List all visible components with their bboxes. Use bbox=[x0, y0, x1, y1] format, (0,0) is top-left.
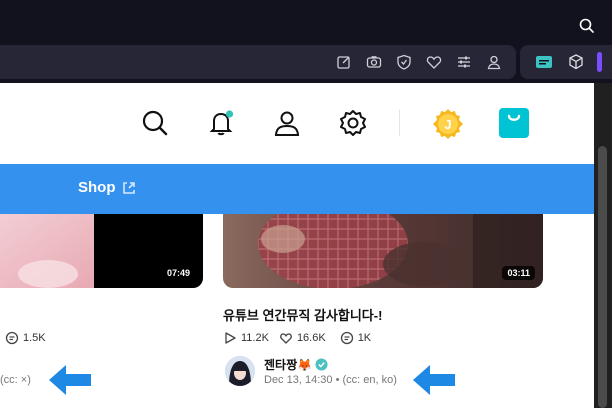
channel-name[interactable]: 젠타짱🦊 bbox=[264, 356, 328, 373]
browser-toolbar bbox=[0, 41, 612, 83]
video-thumbnail[interactable]: 03:11 bbox=[223, 214, 543, 288]
arrow-left-icon bbox=[413, 365, 455, 395]
heart-icon[interactable] bbox=[425, 53, 443, 71]
shopping-bag-icon[interactable] bbox=[499, 108, 529, 138]
comment-icon bbox=[340, 331, 353, 345]
left-video-stats: 1.5K bbox=[5, 331, 46, 345]
video-stats: 11.2K 16.6K 1K bbox=[223, 331, 371, 345]
extension-chat-icon[interactable] bbox=[535, 53, 553, 71]
channel-label: 젠타짱🦊 bbox=[264, 358, 313, 372]
heart-icon bbox=[280, 333, 292, 344]
video-duration: 03:11 bbox=[502, 266, 535, 280]
video-captions: • (cc: en, ko) bbox=[335, 374, 397, 386]
camera-icon[interactable] bbox=[365, 53, 383, 71]
video-meta: Dec 13, 14:30 • (cc: en, ko) bbox=[264, 374, 397, 386]
sliders-icon[interactable] bbox=[455, 53, 473, 71]
view-count: 11.2K bbox=[241, 332, 269, 344]
extensions-area bbox=[520, 45, 612, 79]
comment-count: 1K bbox=[357, 332, 372, 344]
thumbnail-image bbox=[223, 214, 543, 288]
search-icon[interactable] bbox=[578, 17, 596, 35]
comment-count: 1.5K bbox=[23, 332, 46, 344]
shop-label: Shop bbox=[78, 179, 116, 196]
coin-badge-icon[interactable]: J bbox=[432, 108, 464, 140]
header-divider bbox=[399, 110, 400, 136]
video-duration: 07:49 bbox=[161, 266, 195, 280]
address-bar[interactable] bbox=[0, 45, 516, 79]
scrollbar-thumb[interactable] bbox=[598, 146, 607, 408]
edit-icon[interactable] bbox=[335, 53, 353, 71]
bell-icon[interactable] bbox=[206, 108, 236, 138]
navigation-bar: Shop bbox=[0, 164, 594, 214]
cube-icon[interactable] bbox=[567, 53, 585, 71]
shop-link[interactable]: Shop bbox=[78, 179, 136, 196]
arrow-left-icon bbox=[49, 365, 91, 395]
like-count: 16.6K bbox=[296, 332, 326, 344]
video-title[interactable]: 유튜브 연간뮤직 감사합니다-! bbox=[223, 305, 382, 324]
profile-icon[interactable] bbox=[485, 53, 503, 71]
sidebar-indicator bbox=[597, 52, 602, 72]
gear-icon[interactable] bbox=[338, 108, 368, 138]
search-icon[interactable] bbox=[140, 108, 170, 138]
video-thumbnail[interactable]: 07:49 bbox=[0, 214, 203, 288]
page-content: J Shop 07:49 1.5K (cc: ×) 03:11 유튜브 연간뮤직… bbox=[0, 83, 594, 408]
avatar[interactable] bbox=[225, 356, 255, 386]
verified-icon bbox=[315, 358, 328, 371]
user-icon[interactable] bbox=[272, 108, 302, 138]
browser-title-bar bbox=[0, 0, 612, 41]
external-link-icon bbox=[122, 181, 135, 194]
comment-icon bbox=[5, 331, 19, 345]
play-icon bbox=[225, 332, 236, 344]
video-meta: (cc: ×) bbox=[0, 374, 31, 386]
coin-letter: J bbox=[444, 117, 451, 132]
video-date: Dec 13, 14:30 bbox=[264, 374, 333, 386]
shield-icon[interactable] bbox=[395, 53, 413, 71]
